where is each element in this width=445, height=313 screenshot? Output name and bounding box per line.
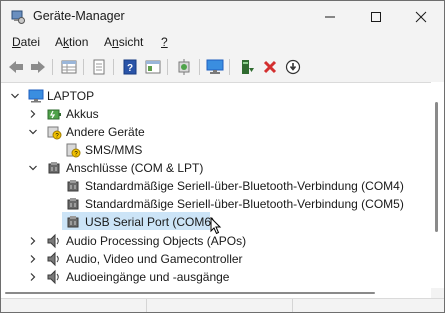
update-driver-icon — [242, 60, 254, 74]
monitor-button[interactable] — [205, 57, 225, 77]
tree-item-andere-geraete[interactable]: Andere Geräte — [66, 125, 145, 139]
tree-item-audio-video-gamecontroller[interactable]: Audio, Video und Gamecontroller — [66, 252, 243, 266]
chevron-right-icon[interactable] — [28, 254, 38, 264]
scan-hardware-icon — [178, 59, 190, 75]
close-icon — [415, 11, 427, 23]
chevron-right-icon[interactable] — [28, 272, 38, 282]
tree-root-laptop[interactable]: LAPTOP — [47, 89, 94, 103]
chevron-right-icon[interactable] — [28, 236, 38, 246]
svg-text:?: ? — [127, 63, 133, 74]
menu-action[interactable]: Aktion — [55, 35, 88, 49]
status-bar — [1, 298, 444, 312]
help-button[interactable]: ? — [120, 57, 140, 77]
chevron-down-icon[interactable] — [28, 127, 38, 137]
scan-hardware-button[interactable] — [174, 57, 194, 77]
status-cell — [1, 299, 147, 312]
speaker-icon — [47, 251, 59, 267]
computer-icon — [28, 89, 44, 103]
disable-device-icon — [285, 59, 301, 75]
device-tree[interactable]: LAPTOP Akkus ? Andere Geräte ? SMS/MMS A… — [1, 82, 431, 289]
tree-item-audio-processing-objects[interactable]: Audio Processing Objects (APOs) — [66, 234, 246, 248]
status-cell — [293, 299, 443, 312]
tree-item-akkus[interactable]: Akkus — [66, 107, 99, 121]
toolbar-separator — [113, 59, 114, 75]
status-cell — [147, 299, 293, 312]
document-button[interactable] — [89, 57, 109, 77]
maximize-icon — [371, 12, 381, 22]
horizontal-scrollbar[interactable] — [1, 288, 431, 298]
port-icon — [67, 198, 79, 210]
document-icon — [93, 59, 105, 75]
toolbar-separator — [199, 59, 200, 75]
speaker-icon — [47, 233, 59, 249]
title-bar: Geräte-Manager — [1, 1, 444, 33]
toolbar: ? — [1, 53, 444, 81]
other-devices-icon: ? — [47, 126, 62, 140]
maximize-button[interactable] — [353, 1, 399, 33]
view-pane-icon — [145, 60, 161, 74]
menu-view[interactable]: Ansicht — [104, 35, 143, 49]
close-button[interactable] — [398, 1, 444, 33]
uninstall-button[interactable] — [260, 57, 280, 77]
mouse-cursor-icon — [210, 217, 222, 235]
vertical-scrollbar[interactable] — [431, 82, 444, 288]
disable-device-button[interactable] — [283, 57, 303, 77]
port-icon — [67, 180, 79, 192]
tree-item-anschluesse[interactable]: Anschlüsse (COM & LPT) — [66, 161, 203, 175]
speaker-icon — [47, 269, 59, 285]
port-icon — [67, 216, 79, 228]
back-arrow-icon — [9, 61, 23, 73]
tree-item-usb-serial-port[interactable]: USB Serial Port (COM6) — [85, 215, 215, 229]
toolbar-separator — [52, 59, 53, 75]
menu-help[interactable]: ? — [161, 35, 168, 49]
properties-grid-button[interactable] — [59, 57, 79, 77]
chevron-right-icon[interactable] — [28, 109, 38, 119]
tree-item-sms-mms[interactable]: SMS/MMS — [85, 143, 142, 157]
toolbar-separator — [83, 59, 84, 75]
port-icon — [48, 162, 60, 174]
monitor-icon — [206, 59, 224, 74]
forward-button[interactable] — [28, 57, 48, 77]
view-pane-button[interactable] — [143, 57, 163, 77]
properties-grid-icon — [61, 60, 77, 74]
chevron-down-icon[interactable] — [28, 163, 38, 173]
minimize-icon — [325, 16, 335, 18]
forward-arrow-icon — [31, 61, 45, 73]
toolbar-separator — [167, 59, 168, 75]
device-manager-app-icon — [11, 10, 25, 24]
chevron-down-icon[interactable] — [10, 91, 20, 101]
device-manager-window: Geräte-Manager Datei Aktion Ansicht ? ? … — [0, 0, 445, 313]
menu-file[interactable]: Datei — [12, 35, 40, 49]
unknown-device-icon: ? — [66, 143, 81, 158]
battery-icon — [47, 109, 61, 120]
tree-item-com5[interactable]: Standardmäßige Seriell-über-Bluetooth-Ve… — [85, 197, 404, 211]
menu-bar: Datei Aktion Ansicht ? — [1, 33, 444, 53]
tree-item-com4[interactable]: Standardmäßige Seriell-über-Bluetooth-Ve… — [85, 179, 404, 193]
uninstall-x-icon — [263, 60, 277, 74]
tree-item-audioeingaenge-ausgaenge[interactable]: Audioeingänge und -ausgänge — [66, 270, 229, 284]
vertical-scroll-thumb[interactable] — [435, 102, 438, 232]
minimize-button[interactable] — [307, 1, 353, 33]
update-driver-button[interactable] — [237, 57, 257, 77]
help-book-icon: ? — [123, 59, 137, 75]
horizontal-scroll-thumb[interactable] — [5, 292, 375, 294]
toolbar-separator — [229, 59, 230, 75]
window-title: Geräte-Manager — [33, 9, 125, 23]
back-button[interactable] — [6, 57, 26, 77]
